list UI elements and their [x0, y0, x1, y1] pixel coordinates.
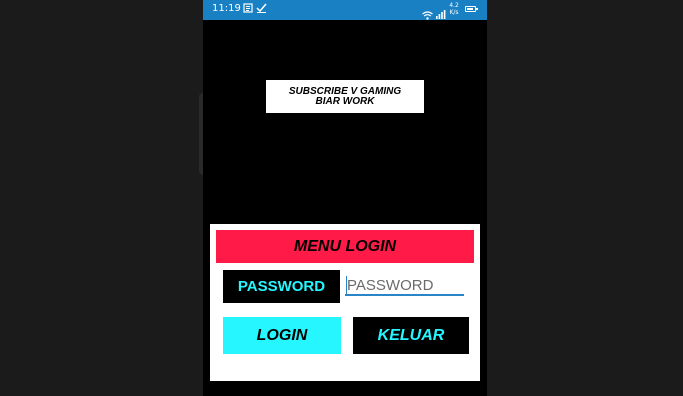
banner-line-2: BIAR WORK — [315, 95, 375, 107]
password-label: PASSWORD — [223, 270, 340, 303]
login-title: MENU LOGIN — [216, 230, 474, 263]
status-time: 11:19 — [212, 3, 241, 14]
text-cursor — [346, 276, 347, 294]
password-input[interactable] — [345, 276, 464, 296]
phone-screen: 11:19 4.2 K/s SUBSCRIBE V GAMING BIAR WOR… — [203, 0, 487, 396]
login-button[interactable]: LOGIN — [223, 317, 341, 354]
check-icon — [256, 3, 267, 17]
banner-line-1: SUBSCRIBE V GAMING — [288, 85, 402, 97]
network-speed: 4.2 K/s — [449, 2, 459, 16]
login-panel: MENU LOGIN PASSWORD LOGIN KELUAR — [210, 224, 480, 381]
exit-button[interactable]: KELUAR — [353, 317, 469, 354]
wifi-icon — [422, 5, 433, 24]
battery-icon — [465, 6, 478, 12]
subscribe-banner: SUBSCRIBE V GAMING BIAR WORK — [266, 80, 424, 113]
status-bar: 11:19 4.2 K/s — [203, 0, 487, 20]
news-icon — [243, 3, 253, 17]
signal-icon — [436, 4, 446, 19]
